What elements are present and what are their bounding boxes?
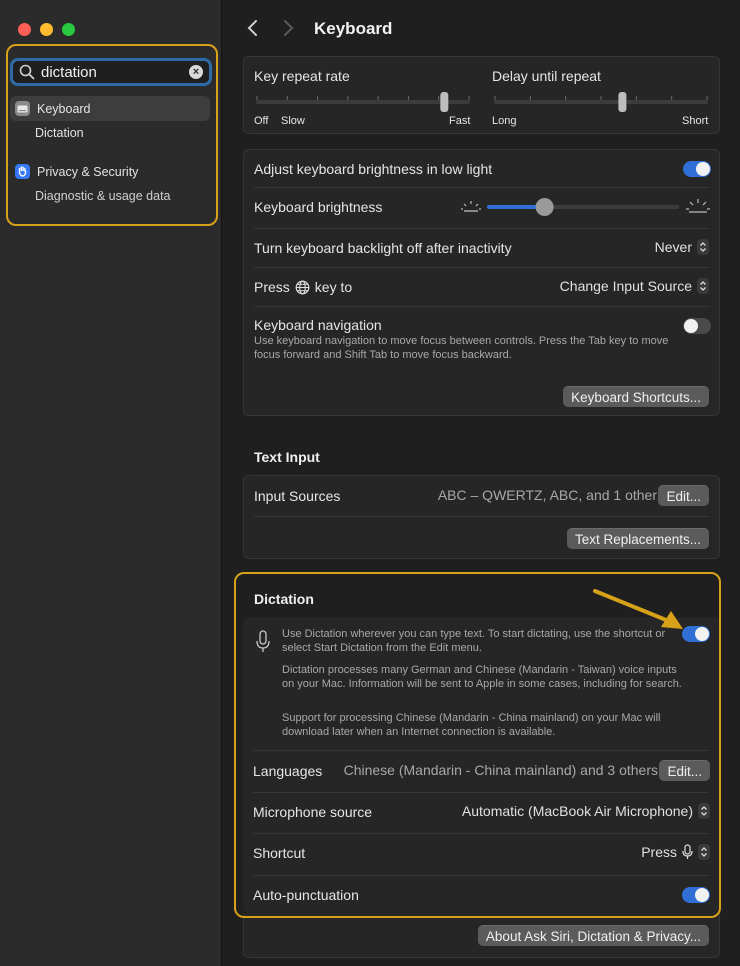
keyboard-nav-description: Use keyboard navigation to move focus be…: [254, 335, 669, 361]
slider-knob: [618, 92, 627, 112]
delay-label: Delay until repeat: [492, 68, 601, 84]
slider-knob: [440, 92, 449, 112]
titlebar: Keyboard: [223, 0, 740, 56]
key-repeat-label: Key repeat rate: [254, 68, 350, 84]
key-repeat-card: Key repeat rate Off Slow Fast Delay unti…: [243, 56, 720, 134]
auto-punctuation-row: Auto-punctuation: [253, 885, 709, 905]
sidebar-item-label: Privacy & Security: [37, 164, 139, 179]
clear-search-icon[interactable]: ×: [189, 65, 203, 79]
zoom-window-button[interactable]: [62, 23, 75, 36]
backlight-off-value: Never: [654, 239, 692, 255]
microphone-source-value: Automatic (MacBook Air Microphone): [461, 803, 693, 819]
stepper-icon: [698, 844, 710, 860]
key-repeat-slider[interactable]: [254, 91, 472, 113]
backlight-off-label: Turn keyboard backlight off after inacti…: [254, 240, 512, 256]
keyboard-settings-card: Adjust keyboard brightness in low light …: [243, 149, 720, 416]
keyboard-shortcuts-button[interactable]: Keyboard Shortcuts...: [563, 386, 709, 407]
key-repeat-off-label: Off: [254, 115, 269, 127]
brightness-low-icon: [461, 201, 481, 212]
key-repeat-fast-label: Fast: [449, 115, 471, 127]
stepper-icon: [697, 278, 709, 294]
auto-punctuation-label: Auto-punctuation: [253, 887, 359, 903]
keyboard-icon: [15, 101, 30, 116]
sidebar-item-label: Keyboard: [37, 101, 91, 116]
keyboard-nav-toggle[interactable]: [683, 318, 711, 334]
back-chevron-icon[interactable]: [243, 18, 263, 38]
close-window-button[interactable]: [18, 23, 31, 36]
delay-slider[interactable]: [492, 91, 710, 113]
press-key-popup[interactable]: Change Input Source: [560, 278, 709, 294]
languages-edit-button[interactable]: Edit...: [659, 760, 710, 781]
about-siri-dictation-privacy-button[interactable]: About Ask Siri, Dictation & Privacy...: [477, 925, 709, 946]
sidebar-item-privacy-security[interactable]: Privacy & Security: [10, 159, 210, 184]
stepper-icon: [698, 803, 710, 819]
backlight-off-popup[interactable]: Never: [655, 239, 709, 255]
languages-value: Chinese (Mandarin - China mainland) and …: [343, 762, 658, 778]
input-sources-label: Input Sources: [254, 488, 341, 504]
text-input-title: Text Input: [254, 449, 320, 465]
slider-knob: [535, 198, 554, 216]
input-sources-value: ABC – QWERTZ, ABC, and 1 other: [437, 487, 657, 503]
search-icon: [19, 64, 35, 80]
backlight-off-row: Turn keyboard backlight off after inacti…: [254, 238, 710, 258]
shortcut-popup[interactable]: Press: [641, 844, 710, 860]
forward-chevron-icon[interactable]: [278, 18, 298, 38]
delay-long-label: Long: [492, 115, 517, 127]
dictation-description-2: Dictation processes many German and Chin…: [282, 664, 682, 690]
text-replacements-button[interactable]: Text Replacements...: [566, 528, 709, 549]
keyboard-nav-label: Keyboard navigation: [254, 317, 382, 333]
adjust-brightness-row: Adjust keyboard brightness in low light: [254, 159, 710, 179]
search-input[interactable]: [41, 63, 189, 81]
press-key-label-post: key to: [314, 279, 353, 295]
press-key-value: Change Input Source: [559, 278, 692, 294]
adjust-brightness-toggle[interactable]: [683, 161, 711, 177]
microphone-key-icon: [682, 844, 693, 859]
sidebar: × Keyboard Dictation Privacy & Security …: [0, 0, 222, 966]
shortcut-label: Shortcut: [253, 845, 306, 861]
microphone-source-label: Microphone source: [253, 804, 373, 820]
languages-label: Languages: [253, 763, 323, 779]
dictation-card: Use Dictation wherever you can type text…: [243, 617, 720, 913]
microphone-icon: [256, 630, 270, 652]
minimize-window-button[interactable]: [40, 23, 53, 36]
hand-icon: [15, 164, 30, 179]
text-input-card: Input Sources ABC – QWERTZ, ABC, and 1 o…: [243, 475, 720, 559]
delay-short-label: Short: [682, 115, 709, 127]
auto-punctuation-toggle[interactable]: [682, 887, 710, 903]
brightness-slider[interactable]: [485, 197, 681, 217]
sidebar-item-keyboard[interactable]: Keyboard: [10, 96, 210, 121]
stepper-icon: [697, 239, 709, 255]
dictation-title: Dictation: [254, 591, 314, 607]
dictation-description-3: Support for processing Chinese (Mandarin…: [282, 712, 661, 738]
shortcut-value: Press: [641, 844, 677, 860]
brightness-high-icon: [686, 199, 710, 213]
key-repeat-slow-label: Slow: [281, 115, 305, 127]
window-controls: [18, 23, 75, 36]
search-field[interactable]: ×: [10, 58, 212, 86]
dictation-card-footer: About Ask Siri, Dictation & Privacy...: [243, 913, 720, 958]
microphone-source-popup[interactable]: Automatic (MacBook Air Microphone): [462, 803, 710, 819]
sidebar-subitem-dictation[interactable]: Dictation: [35, 126, 84, 140]
adjust-brightness-label: Adjust keyboard brightness in low light: [254, 161, 493, 177]
input-sources-edit-button[interactable]: Edit...: [658, 485, 709, 506]
arrow-annotation-icon: [593, 589, 683, 629]
press-key-label-pre: Press: [254, 279, 290, 295]
main-pane: Keyboard Key repeat rate Off Slow Fast D…: [223, 0, 740, 966]
sidebar-subitem-diagnostic[interactable]: Diagnostic & usage data: [35, 189, 171, 203]
page-title: Keyboard: [314, 19, 393, 38]
globe-icon: [295, 280, 310, 294]
brightness-label: Keyboard brightness: [254, 199, 383, 215]
